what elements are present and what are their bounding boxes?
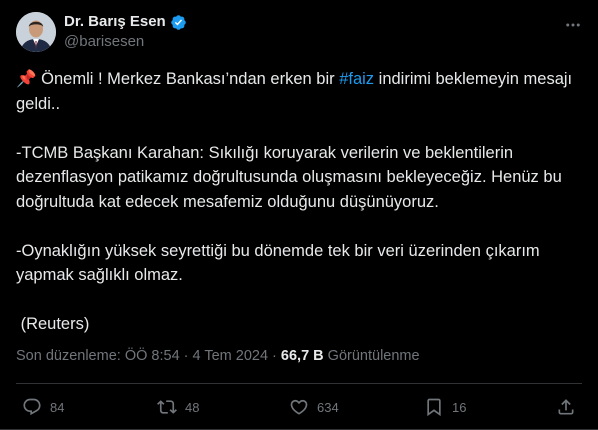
more-icon[interactable] bbox=[564, 16, 582, 34]
hashtag-link[interactable]: #faiz bbox=[339, 70, 374, 88]
reply-count: 84 bbox=[50, 399, 65, 415]
like-button[interactable]: 634 bbox=[289, 396, 339, 418]
author-name[interactable]: Dr. Barış Esen bbox=[64, 13, 166, 31]
heart-icon bbox=[290, 399, 308, 415]
tweet-paragraph-2: -TCMB Başkanı Karahan: Sıkılığı koruyara… bbox=[16, 143, 562, 211]
tweet-card: Dr. Barış Esen @barisesen 📌 Önemli ! Mer… bbox=[0, 0, 598, 430]
like-count: 634 bbox=[317, 399, 339, 415]
divider bbox=[16, 383, 582, 384]
share-icon bbox=[558, 399, 574, 415]
avatar[interactable] bbox=[16, 12, 56, 52]
bookmark-count: 16 bbox=[452, 399, 467, 415]
pin-emoji: 📌 bbox=[16, 70, 37, 88]
repost-count: 48 bbox=[185, 399, 200, 415]
tweet-paragraph-1: 📌 Önemli ! Merkez Bankası’ndan erken bir… bbox=[16, 67, 582, 116]
views-label: Görüntülenme bbox=[323, 348, 420, 364]
repost-icon bbox=[157, 400, 177, 414]
repost-button[interactable]: 48 bbox=[157, 396, 199, 418]
reply-icon bbox=[23, 398, 41, 416]
views-count: 66,7 B bbox=[280, 348, 324, 364]
avatar-image bbox=[16, 12, 56, 52]
bookmark-icon bbox=[427, 398, 441, 417]
tweet-text: 📌 Önemli ! Merkez Bankası’ndan erken bir… bbox=[16, 67, 582, 337]
reply-button[interactable]: 84 bbox=[22, 396, 64, 418]
tweet-source: (Reuters) bbox=[16, 315, 90, 333]
tweet-meta: Son düzenleme: ÖÖ 8:54 · 4 Tem 2024 · 66… bbox=[16, 346, 420, 366]
share-button[interactable] bbox=[556, 396, 576, 418]
bookmark-button[interactable]: 16 bbox=[424, 396, 466, 418]
author-handle[interactable]: @barisesen bbox=[64, 33, 144, 51]
edited-timestamp[interactable]: Son düzenleme: ÖÖ 8:54 · 4 Tem 2024 · bbox=[16, 348, 281, 364]
verified-badge-icon[interactable] bbox=[170, 14, 187, 31]
tweet-text-part: Önemli ! Merkez Bankası’ndan erken bir bbox=[41, 70, 340, 88]
author-info: Dr. Barış Esen bbox=[64, 13, 187, 31]
tweet-paragraph-3: -Oynaklığın yüksek seyrettiği bu dönemde… bbox=[16, 241, 540, 285]
